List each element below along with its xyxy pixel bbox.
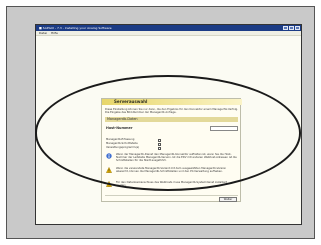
next-button[interactable]: Weiter <box>219 197 237 202</box>
window-title: ■ SAPGUI - 7.3 - Installing your Analog … <box>39 26 112 30</box>
screen-frame: ■ SAPGUI - 7.3 - Installing your Analog … <box>6 6 315 239</box>
highlight-ellipse <box>35 75 301 191</box>
dialog-footer-divider <box>105 195 238 196</box>
close-button[interactable] <box>295 26 300 30</box>
window-controls <box>283 26 300 30</box>
menu-item-hilfe[interactable]: Hilfe <box>51 31 58 35</box>
maximize-button[interactable] <box>289 26 294 30</box>
menu-item-datei[interactable]: Datei <box>39 31 47 35</box>
minimize-button[interactable] <box>283 26 288 30</box>
menu-bar: Datei Hilfe <box>36 31 301 36</box>
